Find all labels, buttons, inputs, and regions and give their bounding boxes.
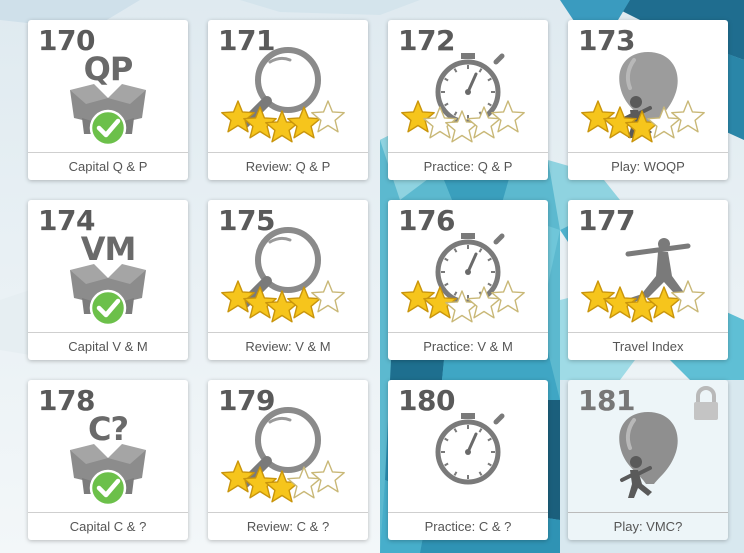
lesson-number: 178 [38,384,95,417]
lesson-card-170[interactable]: QP 170 Capital Q & P [28,20,188,180]
lesson-label: Capital Q & P [28,152,188,180]
star-filled-icon [265,110,299,143]
stopwatch-icon [435,233,505,305]
star-filled-icon [401,100,435,133]
star-filled-icon [221,100,255,133]
lock-icon [694,386,718,420]
lesson-number: 171 [218,24,275,57]
star-filled-icon [401,280,435,313]
lesson-number: 173 [578,24,635,57]
lesson-label: Practice: C & ? [388,512,548,540]
lesson-card-180[interactable]: 180 Practice: C & ? [388,380,548,540]
lesson-number: 177 [578,204,635,237]
star-filled-icon [581,100,615,133]
lesson-grid: QP 170 Capital Q & P 171 Review: Q & P 172 Pra… [0,0,744,553]
lesson-card-173[interactable]: 173 Play: WOQP [568,20,728,180]
star-filled-icon [265,290,299,323]
lesson-number: 174 [38,204,95,237]
lesson-label: Play: VMC? [568,512,728,540]
lesson-label: Practice: V & M [388,332,548,360]
star-empty-icon [311,100,345,133]
lesson-label: Review: Q & P [208,152,368,180]
lesson-label: Review: C & ? [208,512,368,540]
checkmark-icon [89,109,127,147]
star-empty-icon [671,100,705,133]
lesson-label: Review: V & M [208,332,368,360]
star-filled-icon [625,290,659,323]
lesson-number: 170 [38,24,95,57]
lesson-card-176[interactable]: 176 Practice: V & M [388,200,548,360]
lesson-card-174[interactable]: VM 174 Capital V & M [28,200,188,360]
lesson-number: 180 [398,384,455,417]
star-empty-icon [311,280,345,313]
star-filled-icon [221,460,255,493]
lesson-card-179[interactable]: 179 Review: C & ? [208,380,368,540]
lesson-card-175[interactable]: 175 Review: V & M [208,200,368,360]
lesson-card-171[interactable]: 171 Review: Q & P [208,20,368,180]
lesson-card-172[interactable]: 172 Practice: Q & P [388,20,548,180]
star-filled-icon [265,470,299,503]
lesson-label: Play: WOQP [568,152,728,180]
star-filled-icon [221,280,255,313]
lesson-label: Capital V & M [28,332,188,360]
checkmark-icon [89,469,127,507]
lesson-card-181[interactable]: 181 Play: VMC? [568,380,728,540]
lesson-label: Travel Index [568,332,728,360]
lesson-label: Practice: Q & P [388,152,548,180]
lesson-label: Capital C & ? [28,512,188,540]
stopwatch-icon [435,413,505,485]
lesson-number: 175 [218,204,275,237]
balloon-runner-icon [619,412,678,498]
star-empty-icon [311,460,345,493]
stopwatch-icon [435,53,505,125]
checkmark-icon [89,289,127,327]
box-check-icon [70,84,146,147]
star-rating [581,280,705,323]
lesson-number: 176 [398,204,455,237]
lesson-card-178[interactable]: C? 178 Capital C & ? [28,380,188,540]
box-check-icon [70,264,146,327]
lesson-number: 172 [398,24,455,57]
lesson-number: 179 [218,384,275,417]
star-filled-icon [581,280,615,313]
box-check-icon [70,444,146,507]
lesson-card-177[interactable]: 177 Travel Index [568,200,728,360]
lesson-number: 181 [578,384,635,417]
